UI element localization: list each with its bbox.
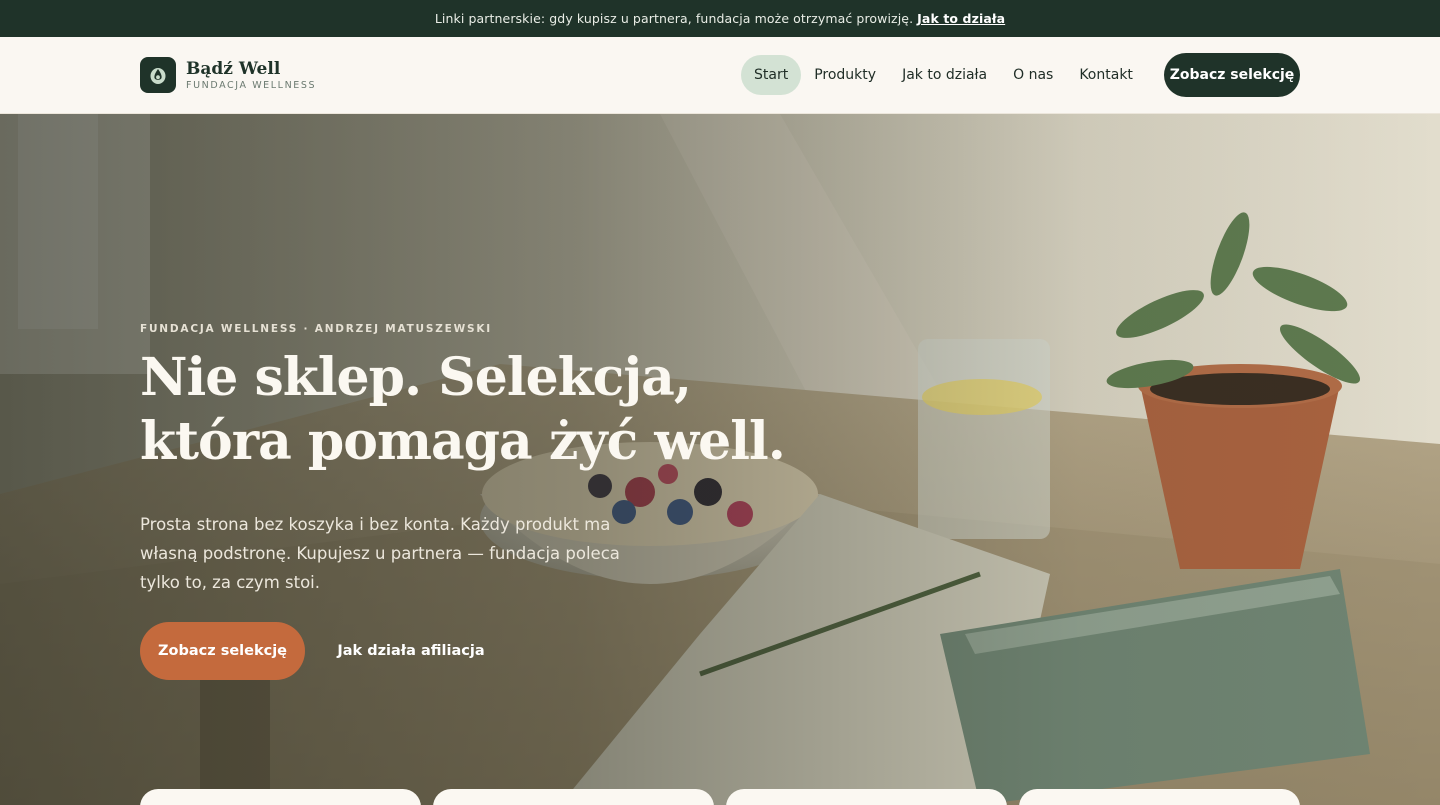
site-header: Bądź Well FUNDACJA WELLNESS Start Produk… — [0, 37, 1440, 114]
nav-item-produkty[interactable]: Produkty — [801, 55, 889, 95]
nav-item-o-nas[interactable]: O nas — [1000, 55, 1066, 95]
hero-title: Nie sklep. Selekcja, która pomaga żyć we… — [140, 346, 786, 474]
brand-name: Bądź Well — [186, 58, 281, 79]
see-selection-button[interactable]: Zobacz selekcję — [140, 622, 305, 680]
hero-eyebrow: FUNDACJA WELLNESS · ANDRZEJ MATUSZEWSKI — [140, 323, 493, 335]
drop-icon — [140, 57, 176, 93]
nav-item-kontakt[interactable]: Kontakt — [1066, 55, 1146, 95]
how-affiliate-works-button[interactable]: Jak działa afiliacja — [330, 622, 492, 680]
main-nav: Start Produkty Jak to działa O nas Konta… — [741, 55, 1146, 95]
feature-card — [433, 789, 714, 805]
hero-title-line-2: która pomaga żyć well. — [140, 411, 786, 472]
feature-card — [140, 789, 421, 805]
how-it-works-link[interactable]: Jak to działa — [917, 11, 1005, 26]
feature-card — [1019, 789, 1300, 805]
affiliate-notice-text: Linki partnerskie: gdy kupisz u partnera… — [434, 11, 914, 26]
hero-section: FUNDACJA WELLNESS · ANDRZEJ MATUSZEWSKI … — [0, 114, 1440, 805]
hero-title-line-1: Nie sklep. Selekcja, — [140, 347, 692, 408]
affiliate-notice-bar: Linki partnerskie: gdy kupisz u partnera… — [0, 0, 1440, 37]
nav-item-start[interactable]: Start — [741, 55, 802, 95]
feature-cards-row — [0, 789, 1440, 805]
hero-lead: Prosta strona bez koszyka i bez konta. K… — [140, 515, 620, 592]
logo[interactable]: Bądź Well FUNDACJA WELLNESS — [140, 57, 316, 93]
header-cta-button[interactable]: Zobacz selekcję — [1164, 53, 1300, 97]
feature-card — [726, 789, 1007, 805]
brand-tagline: FUNDACJA WELLNESS — [186, 79, 317, 91]
nav-item-jak-to-dziala[interactable]: Jak to działa — [889, 55, 1000, 95]
